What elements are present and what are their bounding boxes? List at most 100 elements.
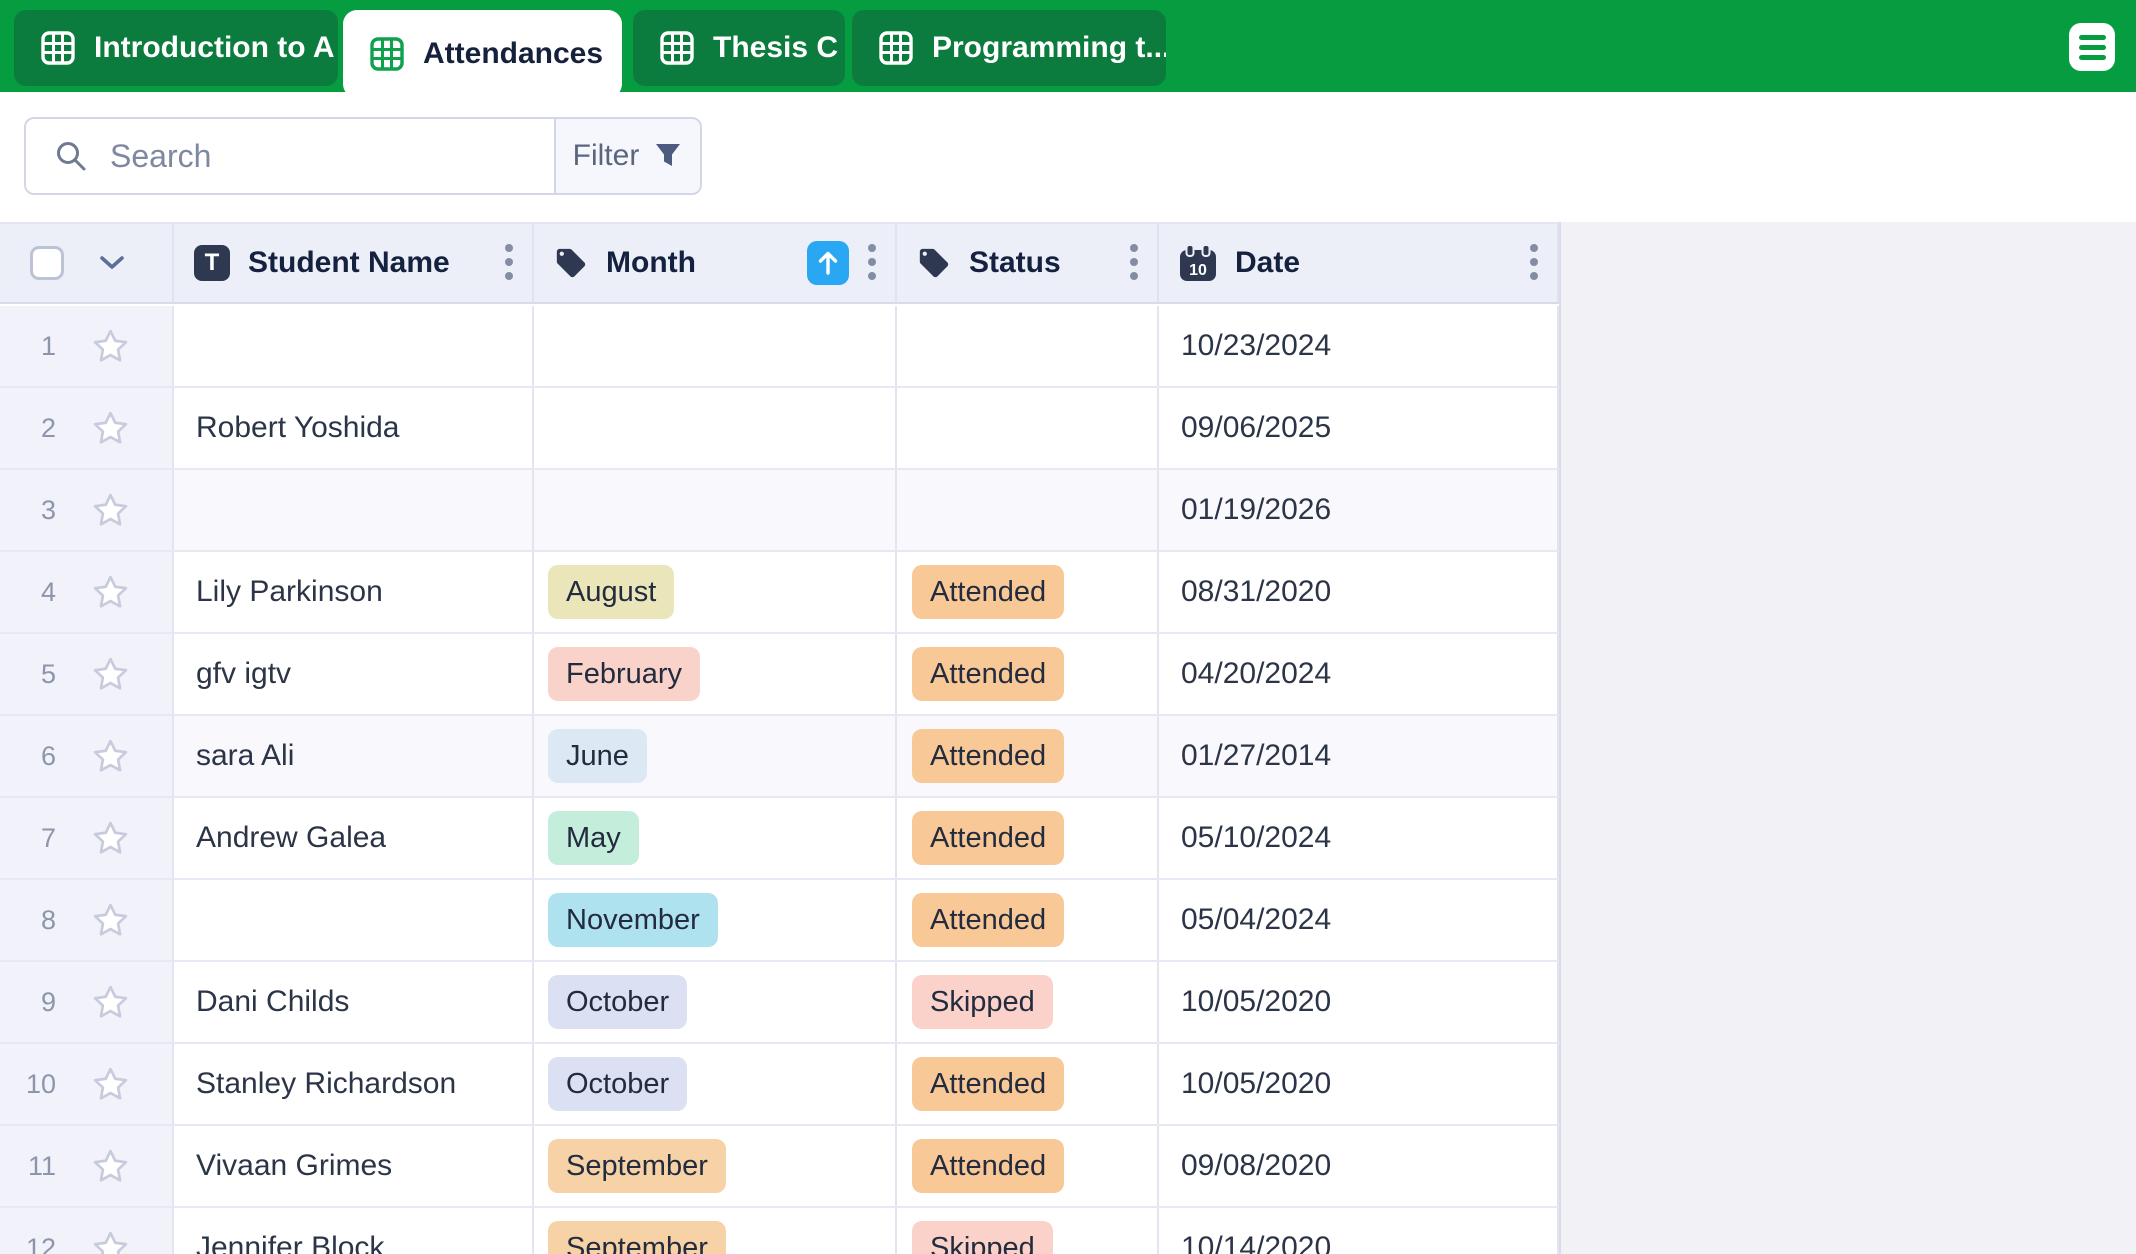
cell-status[interactable]: Attended xyxy=(897,552,1159,632)
tab-thesis-c[interactable]: Thesis C xyxy=(633,10,845,86)
cell-date[interactable]: 10/05/2020 xyxy=(1159,962,1559,1042)
search-bar: Filter xyxy=(24,117,702,195)
favorite-star-button[interactable] xyxy=(92,1148,129,1185)
cell-month[interactable]: October xyxy=(534,962,897,1042)
cell-status[interactable]: Skipped xyxy=(897,962,1159,1042)
cell-month[interactable]: September xyxy=(534,1208,897,1254)
cell-student-name[interactable]: Vivaan Grimes xyxy=(174,1126,534,1206)
menu-button[interactable] xyxy=(2069,23,2115,71)
favorite-star-button[interactable] xyxy=(92,984,129,1021)
cell-date[interactable]: 10/23/2024 xyxy=(1159,306,1559,386)
cell-month[interactable]: November xyxy=(534,880,897,960)
favorite-star-button[interactable] xyxy=(92,738,129,775)
table-grid-icon xyxy=(879,31,913,65)
cell-month[interactable]: June xyxy=(534,716,897,796)
cell-date[interactable]: 09/06/2025 xyxy=(1159,388,1559,468)
sort-ascending-badge[interactable] xyxy=(807,241,849,285)
cell-date[interactable]: 10/14/2020 xyxy=(1159,1208,1559,1254)
cell-student-name[interactable]: Jennifer Block xyxy=(174,1208,534,1254)
favorite-star-button[interactable] xyxy=(92,902,129,939)
tab-attendances[interactable]: Attendances xyxy=(343,10,622,98)
column-menu-button[interactable] xyxy=(498,242,520,284)
row-handle-cell: 10 xyxy=(0,1044,174,1124)
cell-status[interactable]: Attended xyxy=(897,1044,1159,1124)
search-input[interactable] xyxy=(108,126,554,186)
cell-date[interactable]: 10/05/2020 xyxy=(1159,1044,1559,1124)
favorite-star-button[interactable] xyxy=(92,656,129,693)
search-input-wrap xyxy=(26,119,554,193)
cell-month[interactable] xyxy=(534,470,897,550)
cell-date[interactable]: 04/20/2024 xyxy=(1159,634,1559,714)
cell-status[interactable]: Attended xyxy=(897,1126,1159,1206)
cell-status[interactable]: Attended xyxy=(897,880,1159,960)
table-grid-icon xyxy=(660,31,694,65)
favorite-star-button[interactable] xyxy=(92,492,129,529)
favorite-star-button[interactable] xyxy=(92,820,129,857)
cell-status[interactable]: Skipped xyxy=(897,1208,1159,1254)
cell-student-name[interactable]: gfv igtv xyxy=(174,634,534,714)
cell-status[interactable] xyxy=(897,306,1159,386)
cell-student-name[interactable]: Andrew Galea xyxy=(174,798,534,878)
calendar-icon: 10 xyxy=(1180,244,1216,281)
cell-student-name[interactable]: Lily Parkinson xyxy=(174,552,534,632)
month-chip: May xyxy=(548,811,639,865)
column-label: Month xyxy=(606,246,696,279)
cell-status[interactable]: Attended xyxy=(897,798,1159,878)
month-chip: October xyxy=(548,1057,688,1111)
row-number: 4 xyxy=(40,576,56,607)
cell-student-name[interactable]: Stanley Richardson xyxy=(174,1044,534,1124)
tag-icon xyxy=(919,248,949,278)
cell-status[interactable] xyxy=(897,470,1159,550)
cell-date[interactable]: 01/19/2026 xyxy=(1159,470,1559,550)
cell-student-name[interactable] xyxy=(174,880,534,960)
column-header-date[interactable]: 10 Date xyxy=(1159,224,1559,302)
column-menu-button[interactable] xyxy=(1523,242,1545,284)
cell-status[interactable]: Attended xyxy=(897,716,1159,796)
favorite-star-button[interactable] xyxy=(92,1066,129,1103)
table-row: 1 10/23/2024 xyxy=(0,306,1559,388)
chevron-down-icon[interactable] xyxy=(98,254,126,272)
cell-month[interactable]: February xyxy=(534,634,897,714)
status-chip: Attended xyxy=(912,1139,1065,1193)
cell-status[interactable]: Attended xyxy=(897,634,1159,714)
tab-label: Attendances xyxy=(423,37,604,70)
row-number: 3 xyxy=(40,494,56,525)
cell-student-name[interactable]: sara Ali xyxy=(174,716,534,796)
row-number: 2 xyxy=(40,412,56,443)
cell-student-name[interactable] xyxy=(174,470,534,550)
cell-student-name[interactable] xyxy=(174,306,534,386)
tab-programming-t[interactable]: Programming t... xyxy=(852,10,1166,86)
column-header-student-name[interactable]: T Student Name xyxy=(174,224,534,302)
cell-date[interactable]: 08/31/2020 xyxy=(1159,552,1559,632)
cell-date[interactable]: 05/04/2024 xyxy=(1159,880,1559,960)
status-chip: Skipped xyxy=(912,975,1053,1029)
favorite-star-button[interactable] xyxy=(92,574,129,611)
favorite-star-button[interactable] xyxy=(92,1230,129,1254)
cell-month[interactable]: October xyxy=(534,1044,897,1124)
column-header-month[interactable]: Month xyxy=(534,224,897,302)
cell-student-name[interactable]: Robert Yoshida xyxy=(174,388,534,468)
student-name-text: sara Ali xyxy=(196,739,295,772)
cell-date[interactable]: 09/08/2020 xyxy=(1159,1126,1559,1206)
cell-month[interactable]: August xyxy=(534,552,897,632)
cell-status[interactable] xyxy=(897,388,1159,468)
tab-introduction-to-a[interactable]: Introduction to A xyxy=(14,10,338,86)
row-handle-cell: 2 xyxy=(0,388,174,468)
row-handle-cell: 12 xyxy=(0,1208,174,1254)
favorite-star-button[interactable] xyxy=(92,410,129,447)
cell-month[interactable] xyxy=(534,388,897,468)
column-label: Student Name xyxy=(248,246,450,279)
cell-date[interactable]: 05/10/2024 xyxy=(1159,798,1559,878)
select-all-checkbox[interactable] xyxy=(30,246,64,280)
row-handle-cell: 6 xyxy=(0,716,174,796)
favorite-star-button[interactable] xyxy=(92,328,129,365)
column-menu-button[interactable] xyxy=(861,242,883,284)
filter-button[interactable]: Filter xyxy=(554,119,700,193)
cell-student-name[interactable]: Dani Childs xyxy=(174,962,534,1042)
cell-month[interactable]: May xyxy=(534,798,897,878)
cell-month[interactable] xyxy=(534,306,897,386)
column-header-status[interactable]: Status xyxy=(897,224,1159,302)
column-menu-button[interactable] xyxy=(1123,242,1145,284)
cell-month[interactable]: September xyxy=(534,1126,897,1206)
cell-date[interactable]: 01/27/2014 xyxy=(1159,716,1559,796)
